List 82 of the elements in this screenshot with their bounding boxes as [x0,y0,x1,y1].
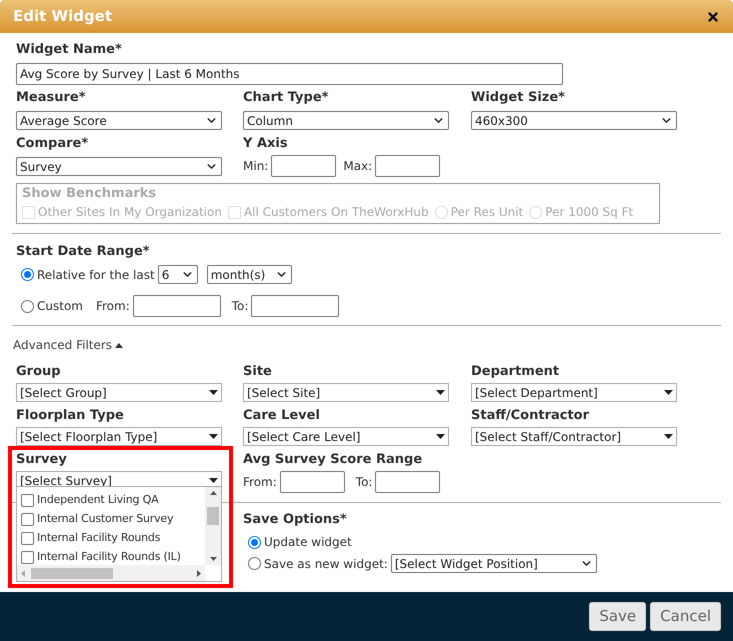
filter-dropdown[interactable]: [Select Staff/Contractor] [471,427,677,446]
dropdown[interactable]: 460x300 [471,111,677,130]
checkbox[interactable] [21,550,34,564]
checkbox[interactable] [21,532,34,544]
scroll-right-icon[interactable] [197,570,201,576]
max-field[interactable] [375,155,440,177]
dialog-title: Edit Widget [13,6,112,28]
radio-button[interactable] [248,557,261,570]
close-icon[interactable] [706,10,720,24]
dropdown[interactable]: Survey [16,157,222,176]
widget-name-field[interactable]: Avg Score by Survey | Last 6 Months [16,63,563,85]
filter-dropdown[interactable]: [Select Care Level] [243,427,449,446]
score-to-field[interactable] [375,471,440,493]
field-label: Measure* [16,90,87,106]
unit-dropdown[interactable]: month(s) [206,265,292,284]
to-date-field[interactable] [251,295,340,317]
option-label: Per 1000 Sq Ft [545,204,634,221]
option-label: Relative for the last [37,266,155,284]
footer-button[interactable]: Cancel [650,602,721,631]
from-date-field[interactable] [132,295,221,317]
field-label: Y Axis [243,136,289,152]
to-label: To: [232,298,248,315]
filter-dropdown[interactable]: [Select Department] [471,383,677,402]
radio-button[interactable] [248,536,261,548]
caret-icon [115,342,124,348]
from-label: From: [243,474,277,491]
caret-icon [436,434,445,439]
scrollbar-thumb[interactable] [207,507,219,525]
caret-icon [209,478,218,483]
option-label: Save as new widget: [264,556,388,572]
filter-dropdown[interactable]: [Select Site] [243,383,449,402]
field-label: Save Options* [243,512,347,528]
field-label: Group [16,364,62,380]
field-label: Start Date Range* [16,244,150,259]
scrollbar-thumb[interactable] [31,568,113,578]
footer-button[interactable]: Save [589,602,646,631]
count-dropdown[interactable]: 6 [158,265,198,284]
option-label: All Customers On TheWorxHub [244,204,429,221]
field-label: Chart Type* [243,90,330,106]
advanced-filters-toggle[interactable]: Advanced Filters [13,336,124,354]
survey-option[interactable]: Internal Customer Survey [37,511,174,527]
radio-button[interactable] [21,268,34,281]
field-label: Survey [16,452,68,468]
max-label: Max: [343,158,372,175]
min-field[interactable] [271,155,336,177]
field-label: Floorplan Type [16,408,125,424]
caret-icon [436,390,445,395]
dropdown[interactable]: Column [243,111,449,130]
survey-option[interactable]: Independent Living QA [37,492,158,508]
min-label: Min: [243,158,268,175]
caret-icon [664,434,673,439]
filter-dropdown[interactable]: [Select Group] [16,383,222,402]
option-label: Per Res Unit [450,204,524,221]
survey-option[interactable]: Internal Facility Rounds [37,530,160,546]
from-label: From: [96,298,130,315]
dropdown[interactable]: Average Score [16,111,222,130]
field-label: Avg Survey Score Range [243,452,424,468]
field-label: Staff/Contractor [471,408,590,424]
field-label: Department [471,364,560,380]
option-label: Update widget [264,534,352,551]
option-label: Custom [37,298,83,315]
radio-button[interactable] [21,300,34,312]
caret-icon [209,434,218,439]
score-from-field[interactable] [280,471,345,493]
horizontal-scrollbar[interactable] [17,565,205,581]
scroll-down-icon[interactable] [210,557,216,561]
field-label: Compare* [16,136,90,152]
position-dropdown[interactable]: [Select Widget Position] [390,554,597,573]
field-label: Widget Name* [16,42,122,57]
field-label: Care Level [243,408,321,424]
vertical-scrollbar[interactable] [205,487,221,565]
benchmarks-title: Show Benchmarks [22,185,156,202]
field-label: Site [243,364,273,380]
field-label: Widget Size* [471,90,566,106]
caret-icon [664,390,673,395]
survey-option[interactable]: Internal Facility Rounds (IL) [37,549,181,565]
to-label: To: [356,474,372,491]
option-label: Other Sites In My Organization [38,204,222,221]
checkbox[interactable] [21,494,34,506]
filter-dropdown[interactable]: [Select Floorplan Type] [16,427,222,446]
caret-icon [209,390,218,395]
checkbox[interactable] [21,512,34,526]
